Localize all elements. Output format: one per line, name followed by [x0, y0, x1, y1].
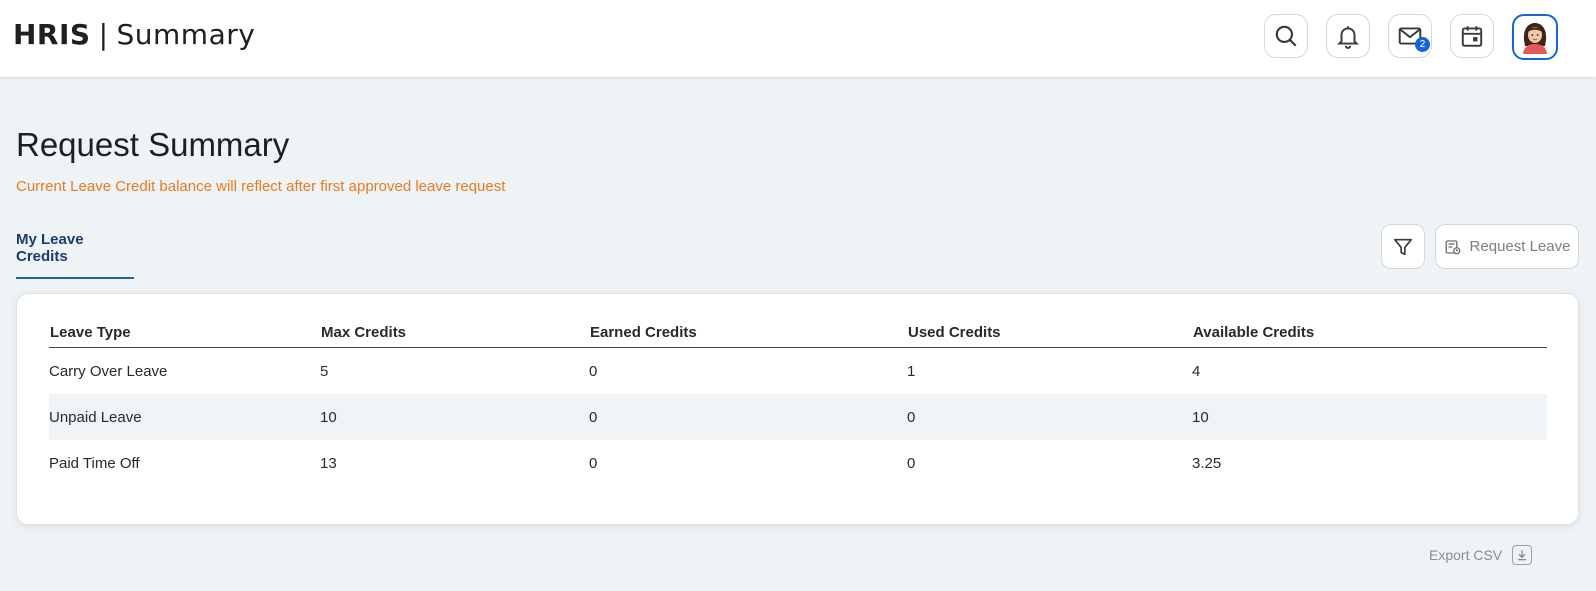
earned-credits-cell: 0 [589, 454, 598, 472]
top-bar: HRIS | Summary 2 [0, 0, 1596, 77]
column-header: Leave Type [49, 324, 320, 348]
used-credits-cell: 0 [907, 394, 1192, 440]
leave-type-cell: Paid Time Off [49, 454, 140, 472]
used-credits-cell: 1 [907, 362, 916, 380]
download-icon [1512, 545, 1533, 565]
table-row: Carry Over Leave 5 0 1 4 [49, 348, 1547, 395]
search-button[interactable] [1264, 14, 1308, 58]
leave-type-cell: Unpaid Leave [49, 394, 320, 440]
filter-button[interactable] [1381, 224, 1425, 269]
export-csv-button[interactable]: Export CSV [1429, 545, 1533, 565]
bell-icon [1336, 26, 1360, 49]
notifications-button[interactable] [1326, 14, 1370, 58]
earned-credits-cell: 0 [589, 394, 907, 440]
available-credits-cell: 10 [1192, 394, 1547, 440]
leave-credits-table: Leave Type Max Credits Earned Credits Us… [49, 324, 1547, 486]
column-header: Available Credits [1192, 324, 1547, 348]
calendar-icon [1461, 26, 1483, 47]
page-title: Request Summary [16, 126, 290, 163]
calendar-button[interactable] [1450, 14, 1494, 58]
column-header: Used Credits [907, 324, 1192, 348]
column-header: Earned Credits [589, 324, 907, 348]
request-leave-button[interactable]: Request Leave [1435, 224, 1579, 269]
messages-button[interactable]: 2 [1388, 14, 1432, 58]
avatar [1523, 23, 1547, 54]
export-csv-label: Export CSV [1429, 547, 1503, 563]
max-credits-cell: 10 [320, 394, 589, 440]
available-credits-cell: 3.25 [1192, 454, 1222, 472]
table-header-row: Leave Type Max Credits Earned Credits Us… [49, 324, 1547, 348]
leave-credit-notice: Current Leave Credit balance will reflec… [16, 178, 506, 195]
app-name: HRIS [13, 18, 91, 51]
mail-badge: 2 [1415, 37, 1430, 52]
app-brand: HRIS | Summary [13, 18, 255, 51]
available-credits-cell: 4 [1192, 362, 1201, 380]
request-leave-label: Request Leave [1469, 238, 1571, 255]
filter-icon [1393, 238, 1413, 255]
table-row: Paid Time Off 13 0 0 3.25 [49, 440, 1547, 486]
brand-separator: | [98, 18, 109, 51]
tab-my-leave-credits[interactable]: My Leave Credits [16, 231, 134, 279]
max-credits-cell: 5 [320, 362, 329, 380]
column-header: Max Credits [320, 324, 589, 348]
page-name: Summary [116, 18, 256, 51]
profile-button[interactable] [1512, 14, 1558, 60]
request-leave-icon [1445, 239, 1460, 254]
max-credits-cell: 13 [320, 454, 337, 472]
leave-type-cell: Carry Over Leave [49, 362, 168, 380]
leave-credits-card: Leave Type Max Credits Earned Credits Us… [16, 293, 1579, 525]
used-credits-cell: 0 [907, 454, 916, 472]
search-icon [1275, 25, 1297, 47]
earned-credits-cell: 0 [589, 362, 598, 380]
table-row: Unpaid Leave 10 0 0 10 [49, 394, 1547, 440]
